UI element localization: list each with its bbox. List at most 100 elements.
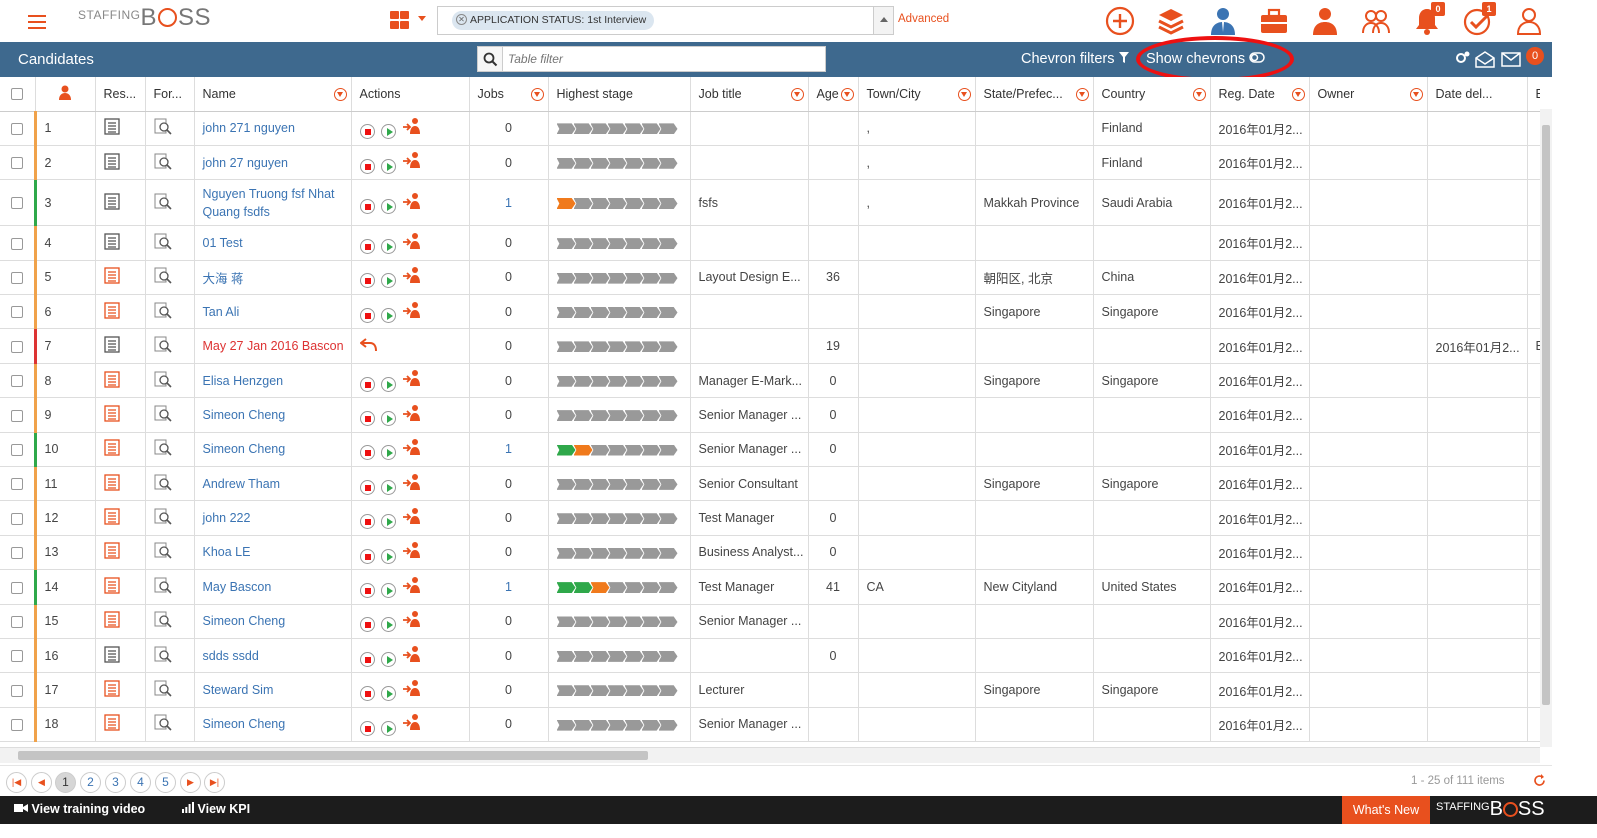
row-checkbox[interactable] (0, 397, 36, 433)
row-checkbox[interactable] (0, 500, 36, 536)
stop-icon[interactable] (359, 445, 375, 461)
remove-chip-icon[interactable]: ✕ (456, 14, 467, 25)
column-filter-icon[interactable] (1075, 88, 1089, 101)
column-filter-icon[interactable] (1409, 88, 1423, 101)
table-row[interactable]: 9 Simeon Cheng 0 Senior Manager ... 0 20… (0, 397, 1540, 433)
candidate-name[interactable]: john 271 nguyen (194, 111, 352, 146)
col-country[interactable]: Country (1093, 77, 1211, 112)
first-page-button[interactable]: |◀ (6, 772, 27, 793)
refer-candidate-icon[interactable] (402, 192, 422, 210)
table-row[interactable]: 16 sdds ssdd 0 0 2016年01月2... (0, 638, 1540, 674)
column-filter-icon[interactable] (1291, 88, 1305, 101)
form-preview-icon[interactable] (154, 577, 173, 594)
table-row[interactable]: 12 john 222 0 Test Manager 0 2016年01月2..… (0, 500, 1540, 536)
form-preview-icon[interactable] (154, 336, 173, 353)
table-row[interactable]: 11 Andrew Tham 0 Senior Consultant Singa… (0, 466, 1540, 502)
resume-icon[interactable] (103, 193, 120, 210)
form-preview-icon[interactable] (154, 153, 173, 170)
contacts-icon[interactable] (1361, 6, 1391, 36)
settings-icon[interactable] (1456, 51, 1470, 63)
row-checkbox[interactable] (0, 260, 36, 296)
resume-icon[interactable] (103, 646, 120, 663)
col-date-deleted[interactable]: Date del... (1427, 77, 1528, 112)
layers-icon[interactable] (1156, 6, 1186, 36)
candidate-name[interactable]: May 27 Jan 2016 Bascon (194, 328, 352, 364)
play-icon[interactable] (380, 376, 396, 392)
refer-candidate-icon[interactable] (402, 713, 422, 731)
table-row[interactable]: 4 01 Test 0 2016年01月2... (0, 225, 1540, 261)
row-checkbox[interactable] (0, 294, 36, 330)
play-icon[interactable] (380, 307, 396, 323)
col-name[interactable]: Name (194, 77, 352, 112)
play-icon[interactable] (380, 239, 396, 255)
stop-icon[interactable] (359, 124, 375, 140)
col-jobs[interactable]: Jobs (469, 77, 549, 112)
form-preview-icon[interactable] (154, 611, 173, 628)
candidate-name[interactable]: Tan Ali (194, 294, 352, 330)
refer-candidate-icon[interactable] (402, 117, 422, 135)
col-e[interactable]: E (1527, 77, 1540, 112)
resume-icon[interactable] (103, 233, 120, 250)
refer-candidate-icon[interactable] (402, 266, 422, 284)
row-checkbox[interactable] (0, 604, 36, 639)
play-icon[interactable] (380, 411, 396, 427)
play-icon[interactable] (380, 651, 396, 667)
table-row[interactable]: 7 May 27 Jan 2016 Bascon 0 19 2016年01月2.… (0, 328, 1540, 364)
play-icon[interactable] (380, 720, 396, 736)
refer-candidate-icon[interactable] (402, 507, 422, 525)
candidate-name[interactable]: Simeon Cheng (194, 604, 352, 639)
briefcase-icon[interactable] (1259, 6, 1289, 36)
stop-icon[interactable] (359, 651, 375, 667)
refer-candidate-icon[interactable] (402, 645, 422, 663)
whats-new-button[interactable]: What's New (1342, 796, 1430, 824)
resume-icon[interactable] (103, 611, 120, 628)
filter-collapse-button[interactable] (873, 7, 893, 34)
table-row[interactable]: 18 Simeon Cheng 0 Senior Manager ... 201… (0, 707, 1540, 743)
form-preview-icon[interactable] (154, 302, 173, 319)
candidate-name[interactable]: sdds ssdd (194, 638, 352, 674)
resume-icon[interactable] (103, 508, 120, 525)
page-1-button[interactable]: 1 (55, 772, 76, 793)
candidate-name[interactable]: Simeon Cheng (194, 432, 352, 468)
module-grid-dropdown[interactable] (388, 10, 428, 30)
play-icon[interactable] (380, 479, 396, 495)
refer-candidate-icon[interactable] (402, 679, 422, 697)
play-icon[interactable] (380, 582, 396, 598)
vertical-scroll-thumb[interactable] (1542, 125, 1550, 705)
stop-icon[interactable] (359, 720, 375, 736)
form-preview-icon[interactable] (154, 508, 173, 525)
mail-icon[interactable] (1501, 52, 1521, 67)
refer-candidate-icon[interactable] (402, 232, 422, 250)
play-icon[interactable] (380, 198, 396, 214)
stop-icon[interactable] (359, 273, 375, 289)
form-preview-icon[interactable] (154, 474, 173, 491)
last-page-button[interactable]: ▶| (204, 772, 225, 793)
row-checkbox[interactable] (0, 535, 36, 571)
notifications-button[interactable]: 0 (1412, 2, 1445, 36)
candidate-name[interactable]: Andrew Tham (194, 466, 352, 502)
prev-page-button[interactable]: ◀ (31, 772, 52, 793)
stop-icon[interactable] (359, 411, 375, 427)
stop-icon[interactable] (359, 376, 375, 392)
chevron-filters-button[interactable]: Chevron filters (1021, 51, 1129, 67)
refer-candidate-icon[interactable] (402, 369, 422, 387)
horizontal-scroll-thumb[interactable] (18, 751, 648, 760)
resume-icon[interactable] (103, 267, 120, 285)
form-preview-icon[interactable] (154, 714, 173, 732)
row-checkbox[interactable] (0, 145, 36, 181)
refer-candidate-icon[interactable] (402, 541, 422, 559)
column-filter-icon[interactable] (957, 88, 971, 101)
candidate-icon[interactable] (1310, 6, 1340, 36)
row-checkbox[interactable] (0, 707, 36, 743)
col-for[interactable]: For... (145, 77, 195, 112)
horizontal-scrollbar[interactable] (0, 747, 1540, 763)
play-icon[interactable] (380, 617, 396, 633)
stop-icon[interactable] (359, 239, 375, 255)
resume-icon[interactable] (103, 302, 120, 319)
select-all-checkbox[interactable] (0, 77, 36, 112)
col-owner[interactable]: Owner (1309, 77, 1428, 112)
table-row[interactable]: 3 Nguyen Truong fsf Nhat Quang fsdfs 1 f… (0, 179, 1540, 227)
resume-icon[interactable] (103, 474, 120, 491)
page-5-button[interactable]: 5 (155, 772, 176, 793)
row-checkbox[interactable] (0, 225, 36, 261)
